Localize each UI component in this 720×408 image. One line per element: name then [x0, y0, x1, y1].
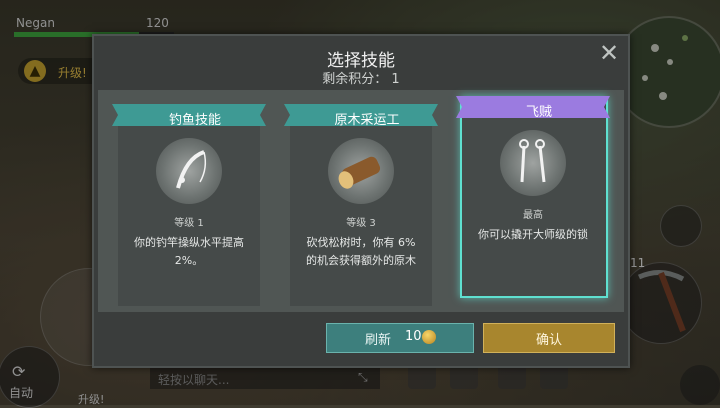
skill-description: 你的钓竿操纵水平提高 2%。: [134, 236, 244, 267]
skill-level: 等级 3: [346, 218, 376, 229]
skill-description: 砍伐松树时，你有 6% 的机会获得额外的原木: [306, 236, 416, 267]
skill-card-fishing[interactable]: 钓鱼技能 等级 1 你的钓竿操纵水平提高 2%。: [112, 104, 266, 306]
close-icon[interactable]: ✕: [598, 41, 620, 65]
confirm-button[interactable]: 确认: [483, 323, 615, 353]
log-icon: [328, 138, 394, 204]
lockpick-icon: [500, 130, 566, 196]
confirm-label: 确认: [535, 333, 562, 348]
skill-title: 原木采运工: [334, 113, 400, 128]
skill-description: 你可以撬开大师级的锁: [478, 228, 588, 241]
refresh-button[interactable]: 刷新 10: [326, 323, 474, 353]
refresh-cost: 10: [405, 329, 422, 344]
skill-select-modal: 选择技能 剩余积分： 1 ✕ 钓鱼技能 等级 1 你的钓竿操纵水平提高 2%。 …: [92, 34, 630, 368]
skill-card-thief[interactable]: 飞贼 最高 你可以撬开大师级的锁: [456, 96, 610, 298]
coin-icon: [422, 330, 436, 344]
skill-level: 最高: [523, 210, 543, 221]
skill-card-logger[interactable]: 原木采运工 等级 3 砍伐松树时，你有 6% 的机会获得额外的原木: [284, 104, 438, 306]
fishing-rod-icon: [156, 138, 222, 204]
skill-title: 飞贼: [525, 105, 552, 120]
skill-title: 钓鱼技能: [168, 113, 221, 128]
remaining-points: 剩余积分： 1: [322, 72, 400, 87]
refresh-label: 刷新: [365, 333, 392, 348]
skill-level: 等级 1: [174, 218, 204, 229]
